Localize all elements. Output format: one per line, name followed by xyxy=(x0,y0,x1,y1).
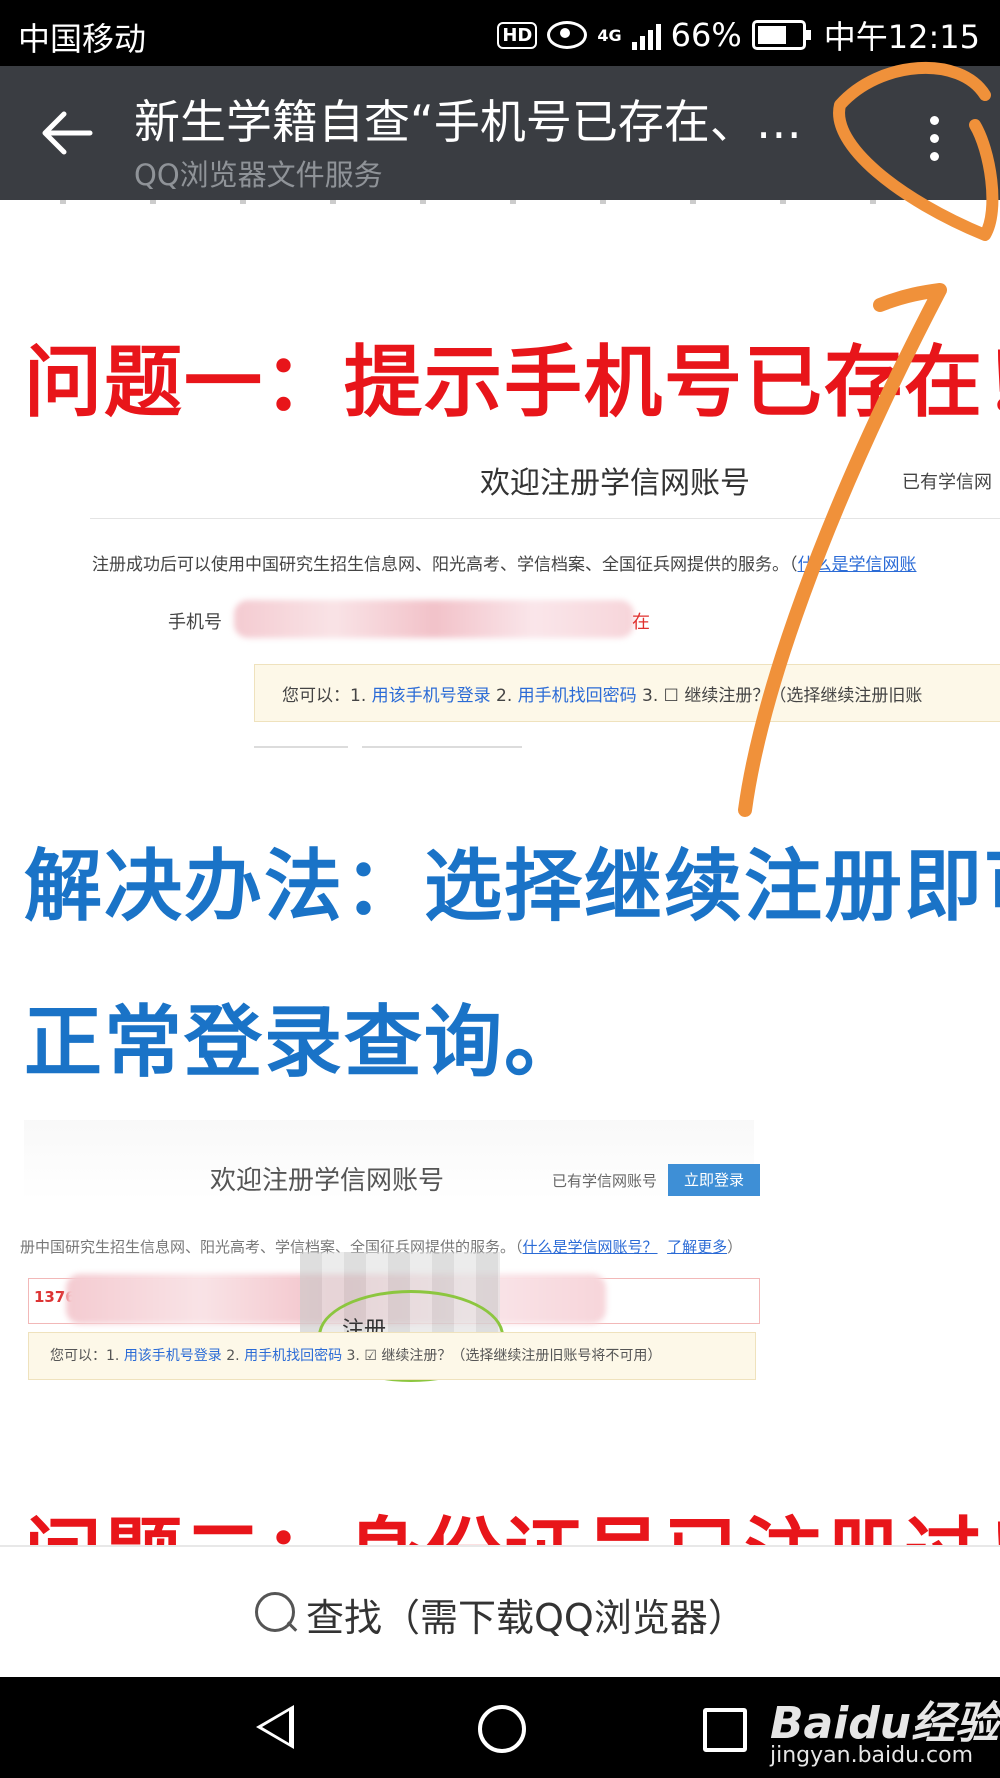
baidu-watermark-logo: Baidu经验 xyxy=(770,1698,1000,1749)
shot1-desc-link: 什么是学信网账 xyxy=(797,555,917,575)
shot1-description: 注册成功后可以使用中国研究生招生信息网、阳光高考、学信档案、全国征兵网提供的服务… xyxy=(92,555,917,575)
hd-icon: HD xyxy=(497,21,538,49)
baidu-watermark-url: jingyan.baidu.com xyxy=(770,1743,974,1768)
nav-home-icon[interactable] xyxy=(478,1705,526,1753)
document-viewer[interactable]: 问题一：提示手机号已存在！ 欢迎注册学信网账号 已有学信网 注册成功后可以使用中… xyxy=(0,200,1000,1545)
system-nav-bar: Baidu经验 jingyan.baidu.com xyxy=(0,1677,1000,1778)
shot1-phone-label: 手机号 xyxy=(168,612,222,633)
network-type: 4G xyxy=(597,25,622,45)
shot1-divider xyxy=(90,518,1000,519)
page-subtitle: QQ浏览器文件服务 xyxy=(134,158,383,192)
eye-comfort-icon xyxy=(547,21,588,49)
carrier-name: 中国移动 xyxy=(18,20,147,58)
signal-icon xyxy=(631,20,661,50)
search-icon xyxy=(255,1592,295,1632)
shot1-tip-text: 您可以：1. 用该手机号登录 2. 用手机找回密码 3. ☐ 继续注册？（选择继… xyxy=(282,686,923,706)
heading-problem-one: 问题一：提示手机号已存在！ xyxy=(24,338,1000,428)
shot2-login-button: 立即登录 xyxy=(668,1164,760,1196)
shot1-underline-a xyxy=(254,746,348,748)
clock: 中午12:15 xyxy=(823,18,980,56)
heading-solution-line1: 解决办法：选择继续注册即可 xyxy=(24,842,1000,932)
nav-recents-icon[interactable] xyxy=(703,1708,747,1752)
find-label: 查找（需下载QQ浏览器） xyxy=(306,1596,746,1640)
title-bar: 新生学籍自查“手机号已存在、… QQ浏览器文件服务 xyxy=(0,66,1000,200)
shot1-title: 欢迎注册学信网账号 xyxy=(480,466,750,501)
battery-percent: 66% xyxy=(670,16,742,54)
shot2-tip-text: 您可以：1. 用该手机号登录 2. 用手机找回密码 3. ☑ 继续注册？（选择继… xyxy=(50,1348,662,1364)
shot2-already-account: 已有学信网账号 xyxy=(552,1172,658,1190)
find-bar[interactable]: 查找（需下载QQ浏览器） xyxy=(0,1547,1000,1677)
shot1-already-account: 已有学信网 xyxy=(902,472,992,493)
battery-icon xyxy=(751,20,811,50)
nav-back-icon[interactable] xyxy=(256,1705,294,1749)
heading-solution-line2: 正常登录查询。 xyxy=(24,998,585,1088)
page-title: 新生学籍自查“手机号已存在、… xyxy=(134,95,802,149)
shot1-phone-suffix: 在 xyxy=(632,612,650,633)
status-bar: 中国移动 HD 4G 66% 中午12:15 xyxy=(0,0,1000,66)
back-arrow-icon[interactable] xyxy=(40,108,94,158)
shot2-title: 欢迎注册学信网账号 xyxy=(210,1166,445,1196)
top-cut-line xyxy=(60,200,940,204)
shot1-phone-redacted xyxy=(234,600,634,638)
status-icons: HD 4G 66% 中午12:15 xyxy=(497,12,980,58)
more-menu-icon[interactable] xyxy=(914,108,954,168)
heading-problem-two: 问题二：身份证号已注册过！ xyxy=(24,1492,1000,1545)
shot1-underline-b xyxy=(362,746,522,748)
